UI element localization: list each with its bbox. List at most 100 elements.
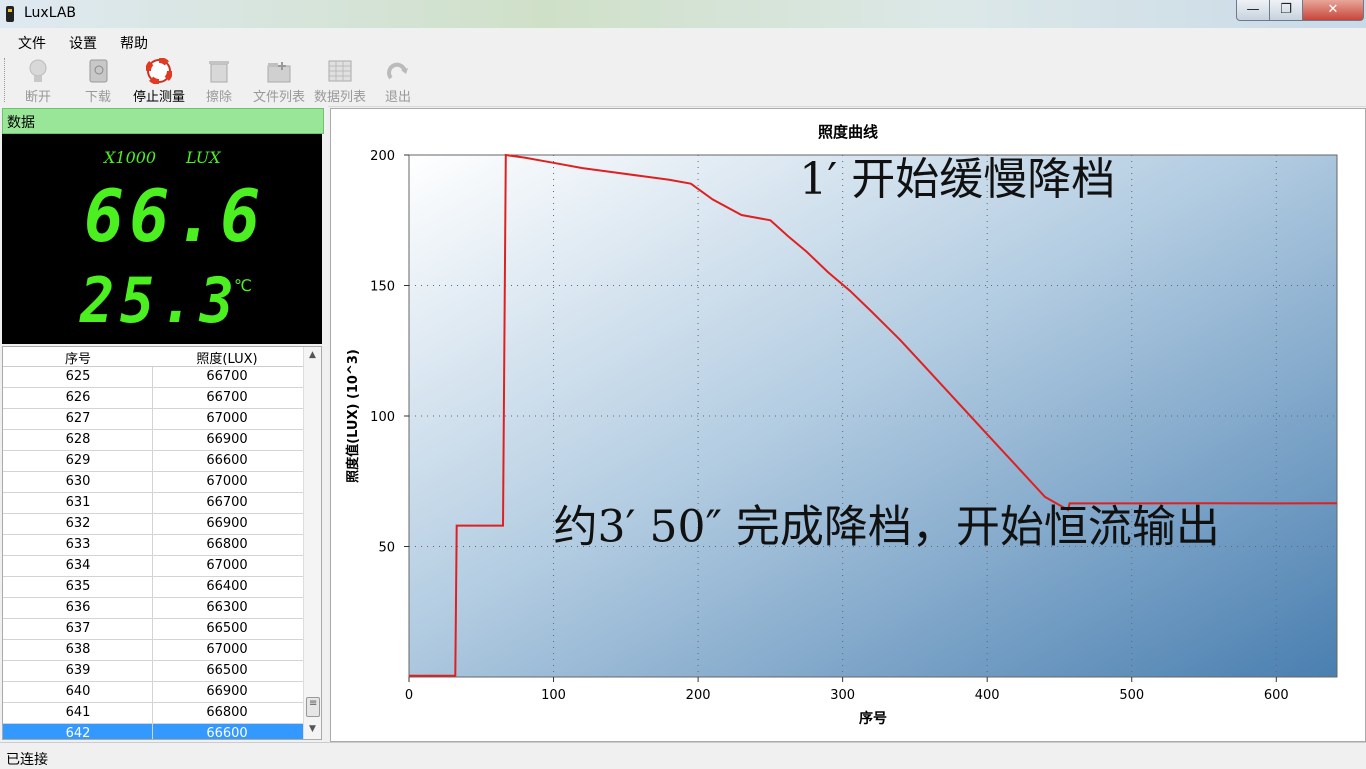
close-button[interactable]: ✕ [1302, 0, 1364, 21]
cell-index: 627 [65, 411, 91, 426]
cell-index: 629 [65, 453, 91, 468]
chart-panel: 照度曲线 0 100 200 300 400 500 600 50 100 150 200 1′ 开… [330, 108, 1366, 742]
scroll-up-icon[interactable]: ▲ [304, 347, 321, 363]
column-header-lux[interactable]: 照度(LUX) [153, 348, 301, 367]
lcd-lux-value: 66.6 [84, 174, 266, 258]
cell-lux: 67000 [206, 642, 248, 657]
data-panel: 数据 X1000 LUX 66.6 25.3 ℃ 序号 照度(LUX) 625 6… [0, 106, 328, 742]
file-list-label: 文件列表 [252, 90, 305, 105]
column-header-index[interactable]: 序号 [3, 348, 153, 367]
erase-icon [209, 61, 229, 83]
table-row[interactable]: 637 66500 [3, 619, 303, 640]
exit-button[interactable]: 退出 [380, 56, 416, 105]
cell-index: 636 [65, 600, 91, 615]
cell-lux: 66500 [206, 663, 248, 678]
y-tick-label: 200 [370, 149, 395, 164]
scroll-thumb[interactable] [306, 697, 320, 717]
menu-bar: 文件 设置 帮助 [0, 28, 1366, 54]
lcd-display: X1000 LUX 66.6 25.3 ℃ [2, 134, 322, 344]
table-row[interactable]: 627 67000 [3, 409, 303, 430]
cell-index: 635 [65, 579, 91, 594]
cell-index: 631 [65, 495, 91, 510]
table-row[interactable]: 632 66900 [3, 514, 303, 535]
table-row[interactable]: 625 66700 [3, 367, 303, 388]
data-list-button[interactable]: 数据列表 [310, 56, 370, 105]
download-button[interactable]: 下载 [80, 56, 116, 105]
status-bar: 已连接 [0, 742, 1366, 769]
window-title: LuxLAB [24, 5, 77, 21]
table-row[interactable]: 640 66900 [3, 682, 303, 703]
erase-button[interactable]: 擦除 [201, 56, 237, 105]
table-row[interactable]: 626 66700 [3, 388, 303, 409]
cell-index: 640 [65, 684, 91, 699]
scroll-down-icon[interactable]: ▼ [304, 721, 321, 737]
table-row[interactable]: 634 67000 [3, 556, 303, 577]
data-list-label: 数据列表 [313, 90, 366, 105]
chart-title: 照度曲线 [818, 123, 878, 141]
exit-arrow-icon [387, 62, 408, 80]
cell-lux: 66500 [206, 621, 248, 636]
stop-measure-label: 停止测量 [132, 90, 185, 105]
cell-lux: 66800 [206, 705, 248, 720]
table-row[interactable]: 628 66900 [3, 430, 303, 451]
y-axis-label: 照度值(LUX) (10^3) [345, 349, 361, 483]
cell-lux: 66900 [206, 684, 248, 699]
cell-index: 633 [65, 537, 91, 552]
table-row[interactable]: 639 66500 [3, 661, 303, 682]
menu-settings[interactable]: 设置 [69, 33, 97, 53]
table-row[interactable]: 638 67000 [3, 640, 303, 661]
table-row[interactable]: 629 66600 [3, 451, 303, 472]
x-tick-label: 100 [541, 688, 566, 703]
stop-measure-button[interactable]: 停止测量 [129, 56, 189, 105]
menu-file[interactable]: 文件 [18, 33, 46, 53]
toolbar: 断开 下载 停止测量 擦除 文件列表 数据列表 退出 [0, 54, 1366, 107]
illuminance-chart: 照度曲线 0 100 200 300 400 500 600 50 100 150 200 1′ 开… [345, 123, 1338, 727]
table-row[interactable]: 642 66600 [3, 724, 303, 739]
x-tick-label: 300 [830, 688, 855, 703]
x-tick-label: 400 [975, 688, 1000, 703]
lcd-temp-unit: ℃ [234, 276, 252, 295]
cell-lux: 66400 [206, 579, 248, 594]
chart-annotation: 约3′ 50″ 完成降档，开始恒流输出 [554, 501, 1220, 552]
plot-area [408, 154, 1338, 678]
cell-index: 637 [65, 621, 91, 636]
x-tick-label: 0 [405, 688, 413, 703]
cell-lux: 66700 [206, 369, 248, 384]
y-tick-label: 150 [370, 280, 395, 295]
cell-index: 632 [65, 516, 91, 531]
toolbar-grip [4, 58, 8, 102]
cell-index: 638 [65, 642, 91, 657]
x-tick-label: 200 [686, 688, 711, 703]
table-row[interactable]: 635 66400 [3, 577, 303, 598]
file-list-button[interactable]: 文件列表 [249, 56, 309, 105]
lifebuoy-icon [146, 58, 172, 84]
panel-title: 数据 [7, 115, 35, 131]
minimize-button[interactable]: — [1236, 0, 1270, 21]
cell-lux: 66900 [206, 516, 248, 531]
lcd-temperature: 25.3 [80, 264, 240, 337]
table-row[interactable]: 633 66800 [3, 535, 303, 556]
lcd-unit: LUX [186, 148, 221, 167]
table-body: 625 66700 626 66700 627 67000 628 66900 629 66600… [3, 367, 303, 739]
x-axis-label: 序号 [859, 710, 887, 727]
data-table[interactable]: 序号 照度(LUX) 625 66700 626 66700 627 67000 628 66… [2, 346, 322, 740]
x-tick-label: 500 [1119, 688, 1144, 703]
menu-help[interactable]: 帮助 [120, 33, 148, 53]
cell-index: 628 [65, 432, 91, 447]
table-row[interactable]: 641 66800 [3, 703, 303, 724]
bulb-icon [29, 59, 47, 82]
table-row[interactable]: 636 66300 [3, 598, 303, 619]
cell-lux: 67000 [206, 474, 248, 489]
cell-lux: 66900 [206, 432, 248, 447]
table-header: 序号 照度(LUX) [3, 347, 303, 367]
cell-index: 625 [65, 369, 91, 384]
cell-lux: 67000 [206, 558, 248, 573]
panel-header: 数据 [2, 108, 324, 134]
file-list-icon [267, 62, 291, 83]
table-scrollbar[interactable]: ▲ ▼ [303, 347, 321, 739]
lcd-scale: X1000 [104, 148, 157, 167]
table-row[interactable]: 631 66700 [3, 493, 303, 514]
table-row[interactable]: 630 67000 [3, 472, 303, 493]
maximize-button[interactable]: ❐ [1269, 0, 1303, 21]
disconnect-button[interactable]: 断开 [20, 56, 56, 105]
